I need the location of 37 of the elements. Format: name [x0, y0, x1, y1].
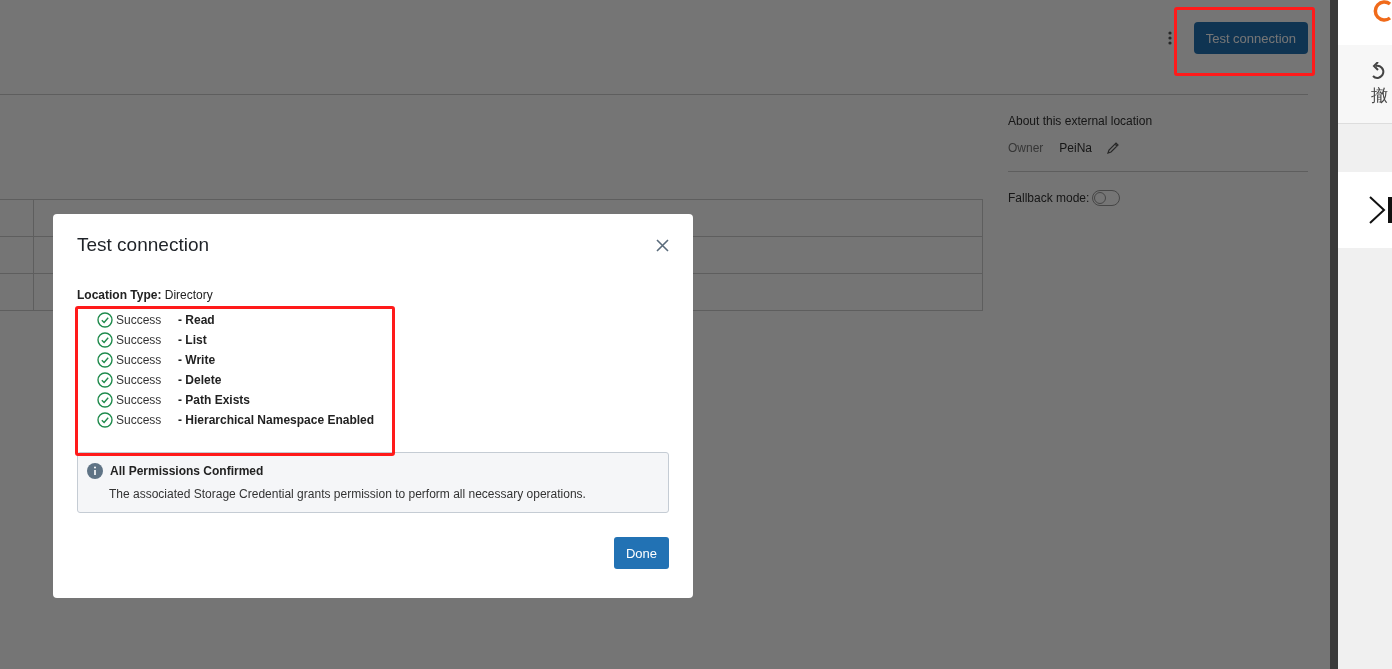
done-button[interactable]: Done	[613, 537, 669, 569]
status-text: Success	[116, 313, 163, 327]
check-circle-icon	[97, 372, 113, 388]
notice-text: The associated Storage Credential grants permission to perform all necessary operations.	[109, 487, 587, 501]
check-name: - Read	[178, 313, 215, 327]
check-name: - Write	[178, 353, 216, 367]
status-text: Success	[116, 333, 163, 347]
owner-name: PeiNa	[1059, 141, 1093, 155]
fallback-toggle[interactable]	[1092, 190, 1121, 206]
section-title: About this external location	[1008, 114, 1154, 128]
check-circle-icon	[97, 352, 113, 368]
check-name: - Hierarchical Namespace Enabled	[178, 413, 375, 427]
owner-label: Owner	[1008, 141, 1044, 155]
status-text: Success	[116, 413, 163, 427]
location-type: Location Type: Directory	[77, 288, 214, 302]
undo-icon[interactable]	[1370, 61, 1386, 80]
fallback-mode-label: Fallback mode:	[1008, 191, 1090, 205]
check-circle-icon	[97, 332, 113, 348]
status-text: Success	[116, 393, 163, 407]
status-text: Success	[116, 373, 163, 387]
notice-title: All Permissions Confirmed	[110, 464, 264, 478]
check-name: - Delete	[178, 373, 222, 387]
check-circle-icon	[97, 412, 113, 428]
check-name: - List	[178, 333, 207, 347]
undo-label[interactable]: 撤	[1371, 83, 1388, 107]
check-circle-icon	[97, 312, 113, 328]
test-connection-button[interactable]: Test connection	[1193, 22, 1308, 54]
status-text: Success	[116, 353, 163, 367]
more-icon[interactable]	[1167, 31, 1172, 45]
chevron-icon[interactable]	[1368, 195, 1392, 225]
info-icon	[87, 463, 103, 479]
pencil-icon[interactable]	[1106, 141, 1121, 155]
logo-icon	[1372, 0, 1392, 22]
check-circle-icon	[97, 392, 113, 408]
close-icon[interactable]	[656, 238, 669, 252]
dialog-title: Test connection	[77, 234, 210, 256]
check-name: - Path Exists	[178, 393, 251, 407]
